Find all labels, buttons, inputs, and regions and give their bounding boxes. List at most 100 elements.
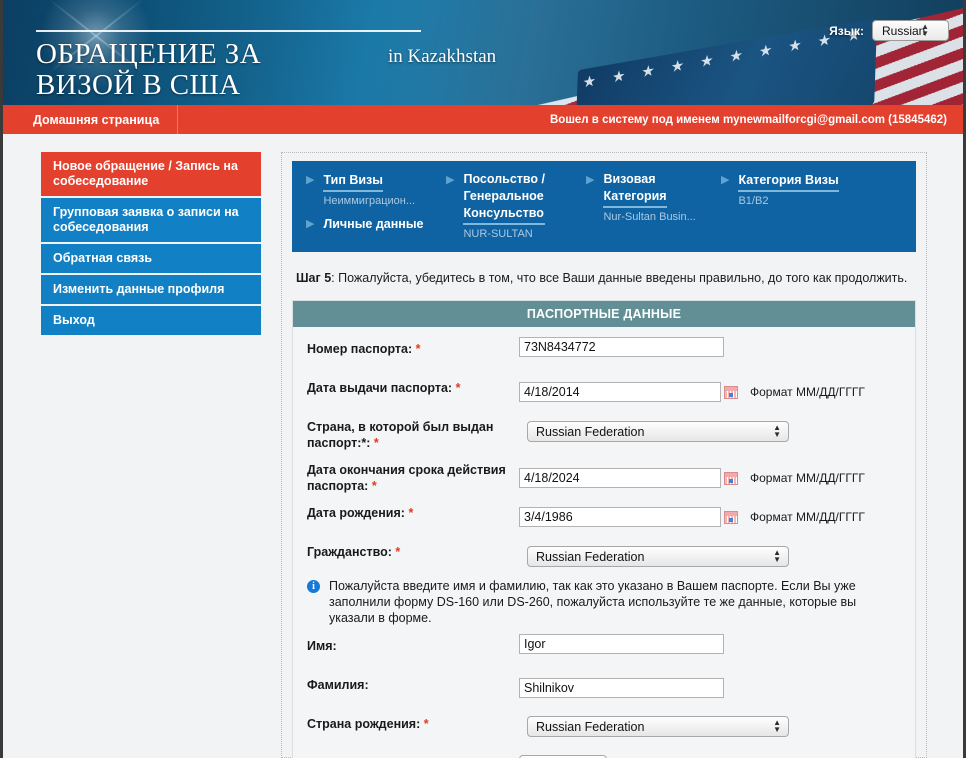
calendar-icon[interactable] <box>724 385 738 399</box>
sidebar-item-group-application[interactable]: Групповая заявка о записи на собеседован… <box>41 198 261 242</box>
page-subtitle: in Kazakhstan <box>388 46 497 67</box>
breadcrumb: ▶ Тип Визы Неиммиграцион... ▶ Личные дан… <box>292 161 916 252</box>
field-row-birth-date: Дата рождения: * Формат ММ/ДД/ГГГГ <box>293 501 915 533</box>
breadcrumb-title: Посольство / Генеральное Консульство <box>463 171 545 225</box>
field-row-first-name: Имя: <box>293 634 915 666</box>
label-text: Дата рождения: <box>307 506 405 520</box>
required-marker: * <box>423 717 429 731</box>
step-text: : Пожалуйста, убедитесь в том, что все В… <box>331 271 908 285</box>
sidebar-item-logout[interactable]: Выход <box>41 306 261 335</box>
label-text: Дата окончания срока действия паспорта: <box>307 463 506 493</box>
breadcrumb-subtitle: Nur-Sultan Busin... <box>603 211 696 223</box>
breadcrumb-item-visa-class[interactable]: ▶ Категория Визы B1/B2 <box>719 171 839 207</box>
passport-number-input[interactable] <box>519 337 724 357</box>
page-root: ★★★★★★★★★★★★★★★★★★★★★★★★ ОБРАЩЕНИЕ ЗА ВИ… <box>0 0 966 758</box>
label-text: Дата выдачи паспорта: <box>307 381 453 395</box>
first-name-input[interactable] <box>519 634 724 654</box>
label-citizenship: Гражданство: * <box>307 540 519 560</box>
label-birth-country: Страна рождения: * <box>307 712 519 732</box>
breadcrumb-title: Личные данные <box>323 217 424 231</box>
triangle-right-icon: ▶ <box>306 218 315 230</box>
required-marker: * <box>373 436 379 450</box>
login-status-text: Вошел в систему под именем mynewmailforc… <box>550 113 947 126</box>
passport-data-panel: ПАСПОРТНЫЕ ДАННЫЕ Номер паспорта: * 73N8… <box>292 300 916 758</box>
language-label: Язык: <box>829 23 864 38</box>
citizenship-select[interactable]: Russian Federation <box>527 546 789 567</box>
date-format-hint: Формат ММ/ДД/ГГГГ <box>750 471 865 485</box>
label-issue-date: Дата выдачи паспорта: * <box>307 376 519 396</box>
triangle-right-icon: ▶ <box>446 174 455 186</box>
label-issuing-country: Страна, в которой был выдан паспорт:*: * <box>307 415 519 451</box>
label-last-name: Фамилия: <box>307 673 519 693</box>
breadcrumb-item-embassy[interactable]: ▶ Посольство / Генеральное Консульство N… <box>444 171 584 240</box>
label-expiry-date: Дата окончания срока действия паспорта: … <box>307 458 519 494</box>
field-row-gender: Пол: * Мужской ▲▼ <box>293 751 915 758</box>
top-navbar: Домашняя страница Вошел в систему под им… <box>3 105 963 134</box>
field-row-passport-number: Номер паспорта: * <box>293 337 915 369</box>
label-text: Фамилия: <box>307 678 369 692</box>
info-note-text: Пожалуйста введите имя и фамилию, так ка… <box>329 579 857 625</box>
language-selector[interactable]: Язык: Russian ▲ ▼ <box>829 20 949 41</box>
language-select[interactable]: Russian <box>872 20 949 41</box>
label-gender: Пол: * <box>307 751 519 758</box>
issue-date-input[interactable] <box>519 382 721 402</box>
content-area: Новое обращение / Запись на собеседовани… <box>3 134 963 758</box>
page-title-line-1: ОБРАЩЕНИЕ ЗА <box>36 38 262 70</box>
date-format-hint: Формат ММ/ДД/ГГГГ <box>750 385 865 399</box>
field-row-citizenship: Гражданство: * Russian Federation ▲ ▼ <box>293 540 915 572</box>
calendar-icon[interactable] <box>724 510 738 524</box>
name-info-note: i Пожалуйста введите имя и фамилию, так … <box>293 572 915 634</box>
breadcrumb-subtitle: Неиммиграцион... <box>323 195 415 207</box>
sidebar-item-edit-profile[interactable]: Изменить данные профиля <box>41 275 261 304</box>
expiry-date-input[interactable] <box>519 468 721 488</box>
step-instruction: Шаг 5: Пожалуйста, убедитесь в том, что … <box>292 252 916 300</box>
breadcrumb-item-visa-category[interactable]: ▶ Визовая Категория Nur-Sultan Busin... <box>584 171 719 223</box>
required-marker: * <box>395 545 401 559</box>
step-label: Шаг 5 <box>296 271 332 285</box>
main-panel: ▶ Тип Визы Неиммиграцион... ▶ Личные дан… <box>281 152 927 758</box>
breadcrumb-item-personal-data[interactable]: ▶ Личные данные <box>304 215 444 234</box>
birth-date-input[interactable] <box>519 507 721 527</box>
required-marker: * <box>455 381 461 395</box>
breadcrumb-title: Категория Визы <box>738 172 839 192</box>
label-text: Имя: <box>307 639 337 653</box>
triangle-right-icon: ▶ <box>306 174 315 186</box>
sidebar-item-new-application[interactable]: Новое обращение / Запись на собеседовани… <box>41 152 261 196</box>
info-icon: i <box>307 580 320 593</box>
last-name-input[interactable] <box>519 678 724 698</box>
field-row-issue-date: Дата выдачи паспорта: * Формат ММ/ДД/ГГГ… <box>293 376 915 408</box>
label-birth-date: Дата рождения: * <box>307 501 519 521</box>
breadcrumb-title: Визовая Категория <box>603 171 667 208</box>
breadcrumb-item-visa-type[interactable]: ▶ Тип Визы Неиммиграцион... <box>304 171 444 207</box>
breadcrumb-group-1: ▶ Тип Визы Неиммиграцион... ▶ Личные дан… <box>304 171 444 234</box>
page-title: ОБРАЩЕНИЕ ЗА ВИЗОЙ В США <box>36 30 421 101</box>
site-banner: ★★★★★★★★★★★★★★★★★★★★★★★★ ОБРАЩЕНИЕ ЗА ВИ… <box>3 0 963 105</box>
sidebar-item-feedback[interactable]: Обратная связь <box>41 244 261 273</box>
triangle-right-icon: ▶ <box>721 174 730 186</box>
required-marker: * <box>371 479 377 493</box>
form-body: Номер паспорта: * Дата выдачи паспорта: … <box>293 327 915 758</box>
breadcrumb-title: Тип Визы <box>323 172 383 192</box>
nav-home-link[interactable]: Домашняя страница <box>3 105 179 134</box>
sidebar: Новое обращение / Запись на собеседовани… <box>41 152 261 758</box>
page-title-line-2: ВИЗОЙ В США <box>36 69 241 101</box>
field-row-birth-country: Страна рождения: * Russian Federation ▲ ▼ <box>293 712 915 744</box>
calendar-icon[interactable] <box>724 471 738 485</box>
label-text: Гражданство: <box>307 545 392 559</box>
label-passport-number: Номер паспорта: * <box>307 337 519 357</box>
field-row-last-name: Фамилия: <box>293 673 915 705</box>
breadcrumb-subtitle: B1/B2 <box>738 195 769 207</box>
issuing-country-select[interactable]: Russian Federation <box>527 421 789 442</box>
field-row-expiry-date: Дата окончания срока действия паспорта: … <box>293 458 915 494</box>
required-marker: * <box>415 342 421 356</box>
panel-header: ПАСПОРТНЫЕ ДАННЫЕ <box>293 301 915 327</box>
triangle-right-icon: ▶ <box>586 174 595 186</box>
breadcrumb-subtitle: NUR-SULTAN <box>463 228 533 240</box>
birth-country-select[interactable]: Russian Federation <box>527 716 789 737</box>
label-text: Страна, в которой был выдан паспорт:*: <box>307 420 494 450</box>
label-first-name: Имя: <box>307 634 519 654</box>
label-text: Страна рождения: <box>307 717 421 731</box>
required-marker: * <box>408 506 414 520</box>
label-text: Номер паспорта: <box>307 342 413 356</box>
date-format-hint: Формат ММ/ДД/ГГГГ <box>750 510 865 524</box>
